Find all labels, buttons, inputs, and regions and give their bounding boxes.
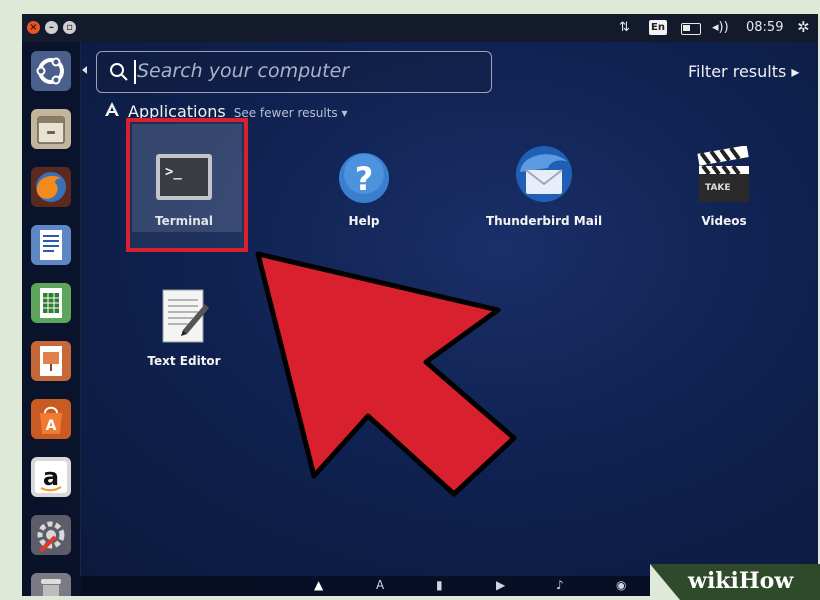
photos-lens-icon[interactable]: ◉ [616,578,630,592]
music-lens-icon[interactable]: ♪ [556,578,570,592]
annotation-arrow [255,251,517,497]
desktop-screen: × – ▫ ⇅ En ◂)) 08:59 ✲ A a Search your c… [22,14,818,596]
wikihow-watermark: wikiHow [650,564,820,600]
files-lens-icon[interactable]: ▮ [436,578,450,592]
applications-lens-icon[interactable]: A [376,578,390,592]
home-lens-icon[interactable]: ▲ [314,578,328,592]
video-lens-icon[interactable]: ▶ [496,578,510,592]
